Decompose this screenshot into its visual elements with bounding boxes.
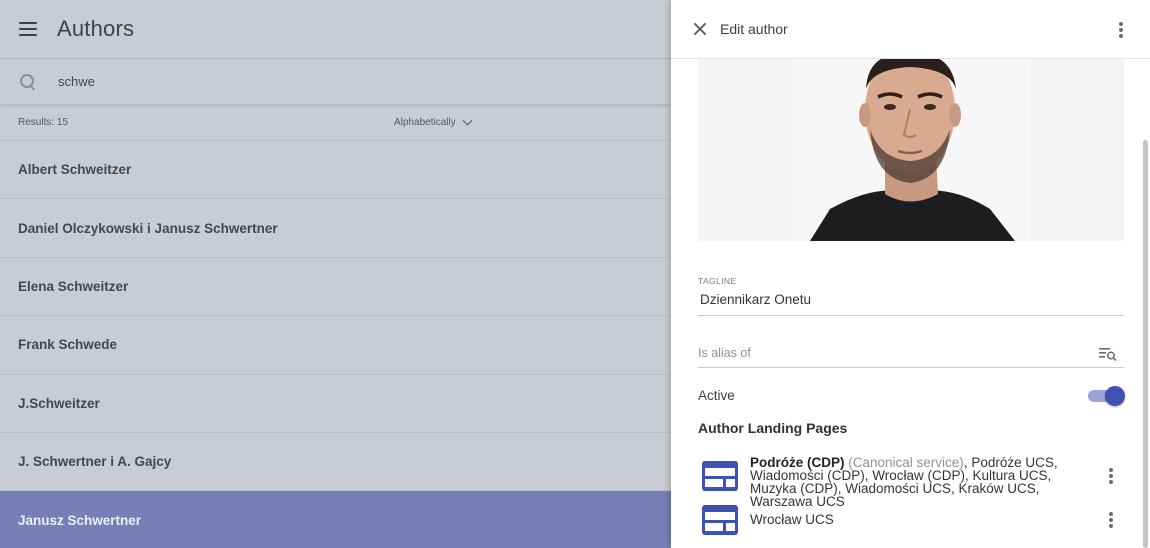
author-photo bbox=[790, 59, 1031, 241]
alias-of-input[interactable]: Is alias of bbox=[698, 346, 751, 360]
author-name: Daniel Olczykowski i Janusz Schwertner bbox=[18, 220, 278, 236]
author-name: J. Schwertner i A. Gajcy bbox=[18, 454, 172, 470]
active-label: Active bbox=[698, 388, 735, 403]
authors-list-pane: Authors Results: 15 Alphabetically Alber… bbox=[0, 0, 671, 548]
more-options-icon[interactable] bbox=[1119, 22, 1123, 38]
tagline-underline bbox=[698, 315, 1124, 316]
results-count: Results: 15 bbox=[18, 116, 69, 128]
toggle-knob bbox=[1105, 386, 1125, 406]
author-list-item[interactable]: J.Schweitzer bbox=[0, 375, 671, 433]
landing-page-icon bbox=[702, 461, 738, 491]
landing-page-row[interactable]: Podróże (CDP) (Canonical service), Podró… bbox=[698, 456, 1124, 508]
author-list-item[interactable]: Daniel Olczykowski i Janusz Schwertner bbox=[0, 199, 671, 258]
author-list-item[interactable]: J. Schwertner i A. Gajcy bbox=[0, 433, 671, 492]
author-name: Albert Schweitzer bbox=[18, 162, 132, 178]
edit-author-drawer: Edit author TAGLINE Dziennikarz Onetu Is… bbox=[671, 0, 1150, 548]
chevron-down-icon bbox=[462, 115, 473, 126]
author-list: Albert Schweitzer Daniel Olczykowski i J… bbox=[0, 141, 671, 548]
sort-label: Alphabetically bbox=[394, 117, 456, 128]
author-list-item-selected[interactable]: Janusz Schwertner bbox=[0, 491, 671, 548]
author-list-item[interactable]: Albert Schweitzer bbox=[0, 141, 671, 200]
tagline-label: TAGLINE bbox=[698, 276, 737, 286]
landing-page-text: Wrocław UCS bbox=[750, 512, 1090, 527]
landing-page-more-icon[interactable] bbox=[1109, 512, 1113, 528]
author-list-item[interactable]: Elena Schweitzer bbox=[0, 258, 671, 317]
author-list-item[interactable]: Frank Schwede bbox=[0, 316, 671, 375]
author-name: J.Schweitzer bbox=[18, 395, 100, 411]
drawer-header: Edit author bbox=[671, 0, 1150, 59]
author-name: Elena Schweitzer bbox=[18, 278, 129, 294]
search-list-icon[interactable] bbox=[1099, 347, 1117, 361]
landing-page-services: Wrocław UCS bbox=[750, 512, 834, 527]
landing-page-row[interactable]: Wrocław UCS bbox=[698, 504, 1124, 536]
active-toggle[interactable] bbox=[1087, 386, 1125, 406]
author-name: Frank Schwede bbox=[18, 337, 118, 353]
search-icon bbox=[19, 73, 37, 91]
drawer-title: Edit author bbox=[720, 21, 788, 37]
search-input[interactable] bbox=[58, 74, 558, 89]
author-name: Janusz Schwertner bbox=[18, 513, 142, 529]
drawer-scrollbar[interactable] bbox=[1143, 140, 1148, 548]
author-photo-area[interactable] bbox=[698, 59, 1124, 241]
close-icon[interactable] bbox=[693, 22, 707, 36]
hamburger-menu-icon[interactable] bbox=[19, 22, 37, 36]
results-meta-row: Results: 15 Alphabetically bbox=[0, 104, 671, 141]
alias-underline bbox=[698, 367, 1124, 368]
landing-pages-heading: Author Landing Pages bbox=[698, 420, 848, 436]
landing-page-icon bbox=[702, 505, 738, 535]
page-title: Authors bbox=[57, 16, 135, 41]
landing-page-text: Podróże (CDP) (Canonical service), Podró… bbox=[750, 456, 1090, 509]
landing-page-more-icon[interactable] bbox=[1109, 468, 1113, 484]
app-bar: Authors bbox=[0, 0, 671, 59]
search-bar bbox=[0, 59, 671, 104]
sort-dropdown[interactable]: Alphabetically bbox=[394, 115, 473, 128]
tagline-input[interactable]: Dziennikarz Onetu bbox=[700, 292, 811, 307]
